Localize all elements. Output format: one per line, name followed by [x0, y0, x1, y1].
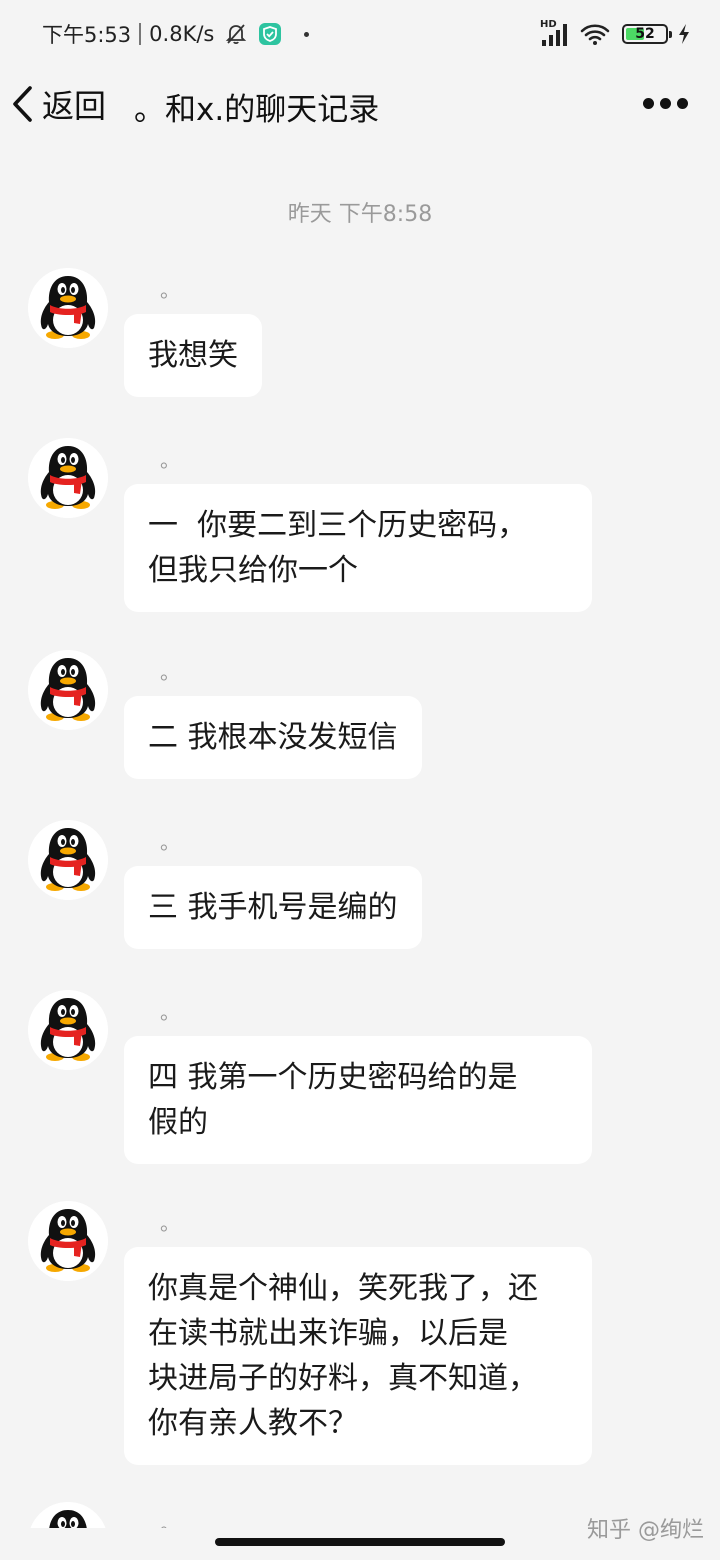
- avatar[interactable]: [28, 438, 108, 518]
- home-indicator[interactable]: [215, 1538, 505, 1546]
- sender-name: 。: [160, 830, 180, 854]
- sender-name: 。: [160, 660, 180, 684]
- avatar[interactable]: [28, 990, 108, 1070]
- mute-bell-icon: [224, 22, 248, 46]
- penguin-avatar-icon: [28, 268, 108, 348]
- penguin-avatar-icon: [28, 650, 108, 730]
- sender-name: 。: [160, 448, 180, 472]
- avatar[interactable]: [28, 820, 108, 900]
- sender-name: 。: [160, 1211, 180, 1235]
- penguin-avatar-icon: [28, 820, 108, 900]
- penguin-avatar-icon: [28, 438, 108, 518]
- battery-level: 52: [635, 26, 655, 42]
- message-bubble[interactable]: 三 我手机号是编的: [124, 866, 422, 949]
- charging-icon: [678, 24, 690, 44]
- battery-icon: 52: [622, 24, 672, 44]
- penguin-avatar-icon: [28, 990, 108, 1070]
- status-bar-left: 下午5:53 0.8K/s: [42, 18, 310, 50]
- message-bubble[interactable]: 二 我根本没发短信: [124, 696, 422, 779]
- sender-name: 。: [160, 1512, 180, 1528]
- message-bubble[interactable]: 一 你要二到三个历史密码， 但我只给你一个: [124, 484, 592, 612]
- status-bar-right: HD 52: [540, 18, 690, 50]
- message-bubble[interactable]: 你真是个神仙，笑死我了，还 在读书就出来诈骗，以后是 块进局子的好料，真不知道，…: [124, 1247, 592, 1465]
- message-bubble[interactable]: 我想笑: [124, 314, 262, 397]
- avatar[interactable]: [28, 650, 108, 730]
- penguin-avatar-icon: [28, 1201, 108, 1281]
- message-timestamp: 昨天 下午8:58: [287, 202, 433, 227]
- chevron-left-icon: [10, 84, 36, 124]
- watermark: 知乎 @绚烂: [587, 1518, 704, 1543]
- dot-icon: [304, 31, 310, 37]
- wifi-icon: [580, 22, 610, 46]
- back-label: 返回: [42, 87, 107, 125]
- more-icon[interactable]: [643, 92, 688, 114]
- avatar[interactable]: [28, 1502, 108, 1528]
- back-button[interactable]: 返回: [10, 82, 106, 126]
- page-title: 。和x.的聊天记录: [134, 92, 380, 128]
- penguin-avatar-icon: [28, 1502, 108, 1528]
- sender-name: 。: [160, 1000, 180, 1024]
- nav-bar: 返回 。和x.的聊天记录: [0, 66, 720, 146]
- sender-name: 。: [160, 278, 180, 302]
- network-speed: 0.8K/s: [149, 22, 215, 46]
- status-bar: 下午5:53 0.8K/s HD 52: [0, 0, 720, 66]
- status-divider: [139, 23, 142, 45]
- avatar[interactable]: [28, 268, 108, 348]
- avatar[interactable]: [28, 1201, 108, 1281]
- shield-app-icon: [258, 22, 282, 46]
- message-bubble[interactable]: 四 我第一个历史密码给的是 假的: [124, 1036, 592, 1164]
- signal-icon: HD: [540, 20, 570, 48]
- status-time: 下午5:53: [42, 23, 132, 47]
